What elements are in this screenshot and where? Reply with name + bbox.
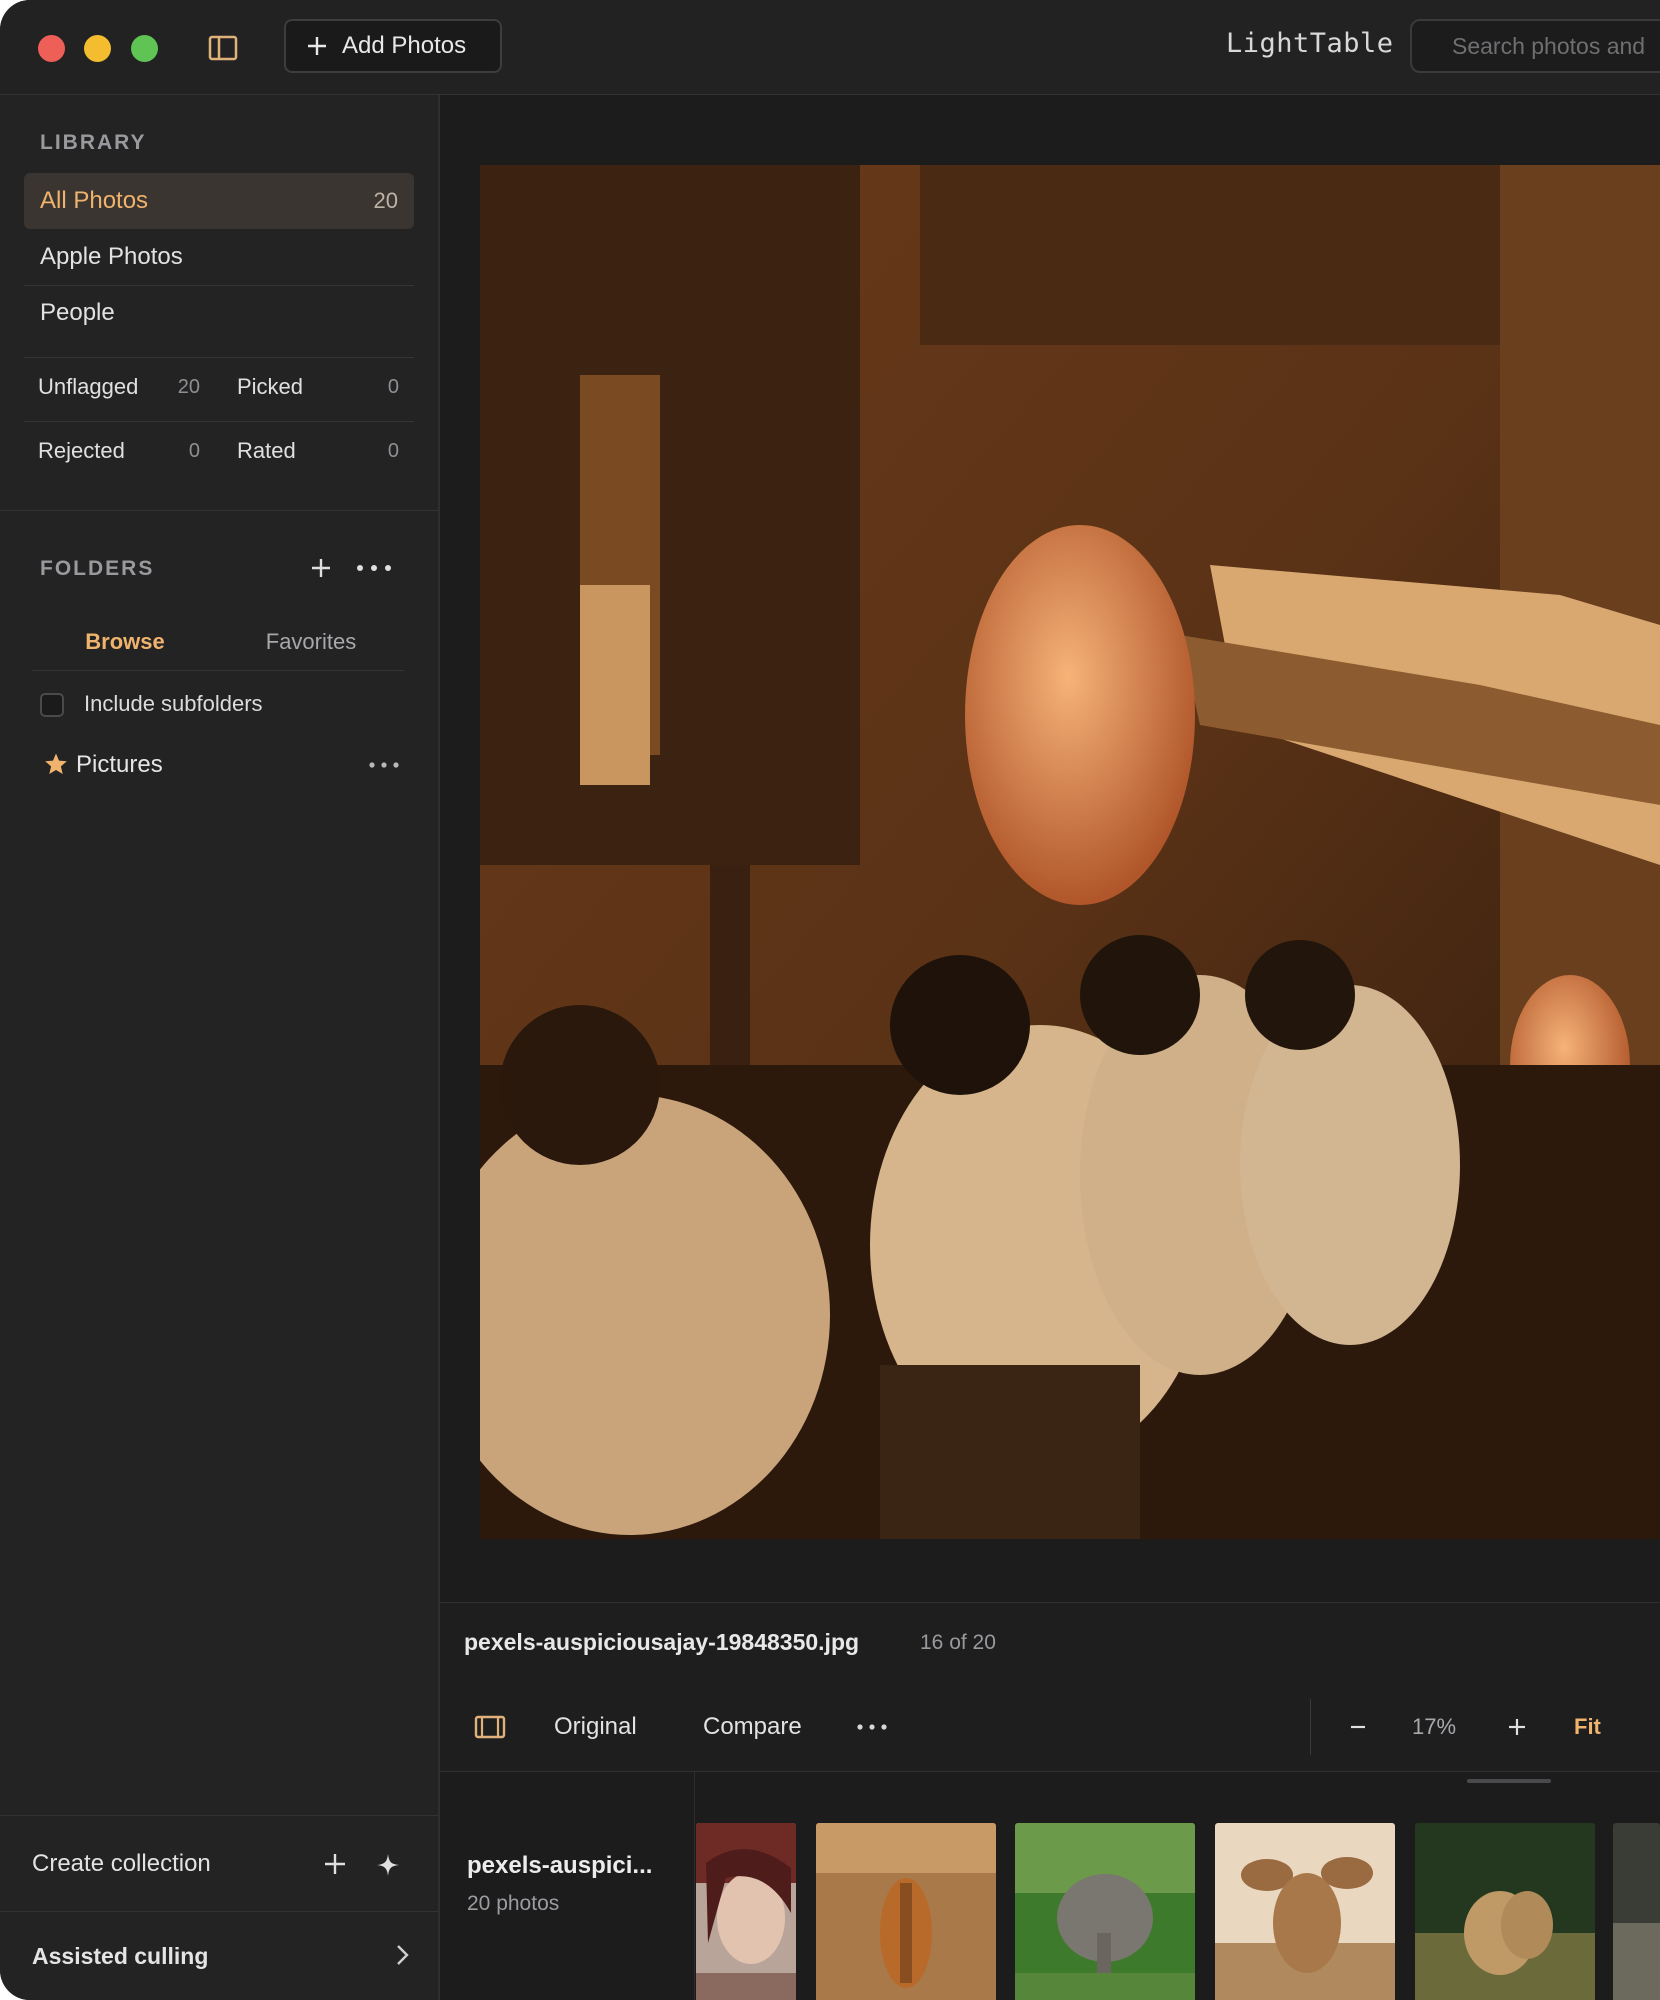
sidebar-item-all-photos[interactable]: All Photos 20 bbox=[24, 173, 414, 229]
filter-count: 0 bbox=[188, 439, 200, 462]
sidebar-item-label: All Photos bbox=[40, 187, 149, 214]
photo-info-bar: pexels-auspiciousajay-19848350.jpg 16 of… bbox=[440, 1602, 1660, 1684]
filter-rejected[interactable]: Rejected 0 bbox=[38, 431, 200, 471]
add-photos-label: Add Photos bbox=[342, 32, 467, 59]
assisted-culling-label: Assisted culling bbox=[32, 1943, 209, 1969]
tab-favorites[interactable]: Favorites bbox=[218, 615, 404, 669]
plus-icon bbox=[312, 559, 330, 577]
collection-name: pexels-auspici... bbox=[467, 1852, 653, 1879]
street-scene-photo bbox=[480, 165, 1660, 1539]
more-icon bbox=[357, 565, 391, 571]
favorite-folder-pictures[interactable]: Pictures bbox=[40, 745, 410, 785]
filmstrip-thumbnail[interactable] bbox=[1415, 1823, 1595, 2000]
zoom-in-button[interactable] bbox=[1506, 1683, 1528, 1771]
include-subfolders-label: Include subfolders bbox=[84, 691, 263, 716]
create-collection-row: Create collection bbox=[0, 1815, 438, 1912]
filmstrip-thumbnail[interactable] bbox=[1613, 1823, 1660, 2000]
sidebar-item-people[interactable]: People bbox=[24, 285, 414, 341]
collection-photo-count: 20 photos bbox=[467, 1892, 560, 1915]
filter-unflagged[interactable]: Unflagged 20 bbox=[38, 367, 200, 407]
chevron-right-icon bbox=[397, 1945, 409, 1965]
folders-heading: FOLDERS bbox=[40, 557, 155, 580]
zoom-window-button[interactable] bbox=[131, 35, 158, 62]
deer-thumbnail-image bbox=[1215, 1823, 1395, 2000]
sidebar-item-label: Apple Photos bbox=[40, 243, 183, 270]
filter-label: Picked bbox=[237, 374, 304, 399]
folders-more-button[interactable] bbox=[352, 553, 398, 583]
include-subfolders-checkbox[interactable] bbox=[40, 693, 64, 717]
main-viewer: pexels-auspiciousajay-19848350.jpg 16 of… bbox=[440, 95, 1660, 2000]
close-window-button[interactable] bbox=[38, 35, 65, 62]
add-photos-button[interactable]: Add Photos bbox=[284, 19, 502, 73]
more-icon[interactable] bbox=[364, 751, 404, 779]
filter-count: 20 bbox=[177, 375, 200, 398]
app-title: LightTable bbox=[1226, 28, 1394, 59]
sparkle-icon[interactable] bbox=[374, 1851, 402, 1879]
toolbar-divider bbox=[1310, 1699, 1311, 1755]
zoom-out-button[interactable] bbox=[1348, 1683, 1368, 1771]
tiger-thumbnail-image bbox=[816, 1823, 996, 2000]
divider bbox=[32, 670, 404, 671]
sidebar-item-label: People bbox=[40, 299, 115, 326]
filmstrip-toggle-button[interactable] bbox=[474, 1683, 506, 1771]
create-collection-label[interactable]: Create collection bbox=[32, 1850, 211, 1878]
filmstrip-thumbnail[interactable] bbox=[1015, 1823, 1195, 2000]
photo-position: 16 of 20 bbox=[920, 1631, 996, 1654]
divider bbox=[24, 357, 414, 358]
plus-icon[interactable] bbox=[320, 1849, 350, 1879]
collection-info: pexels-auspici... 20 photos bbox=[440, 1772, 695, 2000]
lions-thumbnail-image bbox=[1415, 1823, 1595, 2000]
filmstrip: pexels-auspici... 20 photos bbox=[440, 1772, 1660, 2000]
tab-browse[interactable]: Browse bbox=[32, 615, 218, 669]
photo-filename: pexels-auspiciousajay-19848350.jpg bbox=[464, 1629, 860, 1655]
title-bar: Add Photos LightTable bbox=[0, 0, 1660, 95]
add-folder-button[interactable] bbox=[306, 553, 336, 583]
assisted-culling-row[interactable]: Assisted culling bbox=[0, 1911, 438, 2000]
divider bbox=[24, 421, 414, 422]
sidebar: LIBRARY All Photos 20 Apple Photos Peopl… bbox=[0, 95, 440, 2000]
filmstrip-scroll-indicator[interactable] bbox=[1467, 1779, 1551, 1783]
sidebar-item-apple-photos[interactable]: Apple Photos bbox=[24, 229, 414, 285]
elephant-thumbnail-image bbox=[1015, 1823, 1195, 2000]
original-button[interactable]: Original bbox=[554, 1683, 637, 1771]
app-window: Add Photos LightTable LIBRARY All Photos… bbox=[0, 0, 1660, 2000]
filter-label: Rejected bbox=[38, 438, 125, 463]
minimize-window-button[interactable] bbox=[84, 35, 111, 62]
sidebar-item-count: 20 bbox=[373, 188, 398, 213]
library-heading: LIBRARY bbox=[40, 131, 147, 154]
filmstrip-icon bbox=[474, 1715, 506, 1739]
star-icon bbox=[45, 753, 67, 774]
filter-count: 0 bbox=[387, 375, 399, 398]
search-input[interactable] bbox=[1450, 31, 1660, 61]
sidebar-toggle-button[interactable] bbox=[208, 34, 238, 62]
filter-count: 0 bbox=[387, 439, 399, 462]
viewer-toolbar: Original Compare 17% Fit bbox=[440, 1683, 1660, 1772]
compare-button[interactable]: Compare bbox=[703, 1683, 802, 1771]
plus-icon bbox=[1509, 1719, 1525, 1735]
minus-icon bbox=[1351, 1725, 1365, 1729]
more-icon bbox=[857, 1724, 887, 1730]
filmstrip-thumbnail[interactable] bbox=[816, 1823, 996, 2000]
filter-rated[interactable]: Rated 0 bbox=[237, 431, 399, 471]
folder-tabs: Browse Favorites bbox=[32, 615, 404, 671]
plus-icon bbox=[308, 37, 326, 55]
main-photo[interactable] bbox=[480, 165, 1660, 1539]
zoom-level: 17% bbox=[1412, 1714, 1457, 1739]
portrait-thumbnail-image bbox=[696, 1823, 796, 2000]
divider bbox=[0, 510, 438, 511]
filter-label: Unflagged bbox=[38, 374, 139, 399]
folder-label: Pictures bbox=[76, 751, 163, 778]
partial-thumbnail-image bbox=[1613, 1823, 1660, 2000]
fit-button[interactable]: Fit bbox=[1574, 1683, 1601, 1771]
filmstrip-thumbnail[interactable] bbox=[1215, 1823, 1395, 2000]
sidebar-icon bbox=[208, 35, 238, 61]
filter-picked[interactable]: Picked 0 bbox=[237, 367, 399, 407]
filter-label: Rated bbox=[237, 438, 296, 463]
filmstrip-thumbnail[interactable] bbox=[696, 1823, 796, 2000]
more-options-button[interactable] bbox=[854, 1683, 890, 1771]
search-field[interactable] bbox=[1410, 19, 1660, 73]
